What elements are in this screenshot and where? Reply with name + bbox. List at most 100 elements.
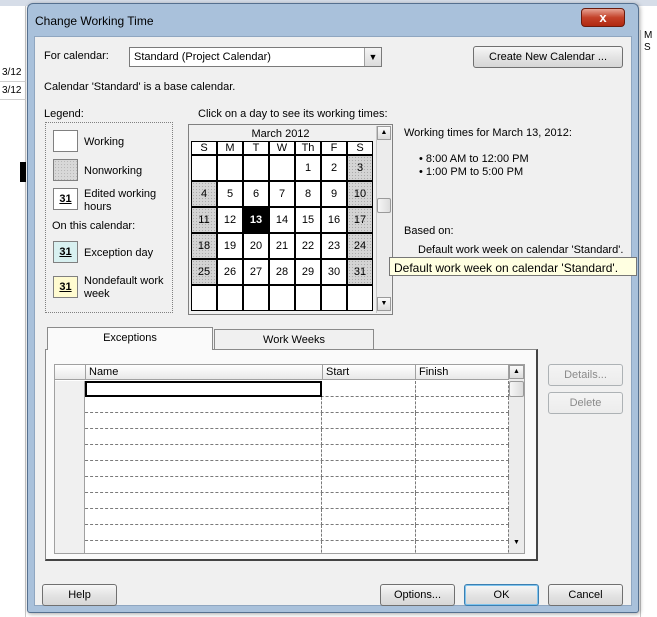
calendar-day-cell[interactable]: 27 <box>243 259 269 285</box>
calendar-day-cell[interactable]: 31 <box>347 259 373 285</box>
grid-header-start[interactable]: Start <box>323 365 416 380</box>
tab-work-weeks[interactable]: Work Weeks <box>214 329 374 350</box>
grid-scrollbar[interactable]: ▲ ▼ <box>509 365 524 553</box>
calendar-day-cell[interactable]: 6 <box>243 181 269 207</box>
for-calendar-select[interactable]: Standard (Project Calendar) ▼ <box>129 47 382 67</box>
table-cell[interactable] <box>323 477 416 493</box>
row-header[interactable] <box>55 413 85 429</box>
calendar-day-cell[interactable] <box>191 285 217 311</box>
table-cell[interactable] <box>323 493 416 509</box>
calendar-day-cell[interactable] <box>269 285 295 311</box>
scroll-thumb[interactable] <box>509 381 524 397</box>
table-row[interactable] <box>55 397 509 413</box>
calendar-day-cell[interactable]: 14 <box>269 207 295 233</box>
row-header[interactable] <box>55 445 85 461</box>
calendar-day-cell[interactable] <box>243 155 269 181</box>
calendar-scrollbar[interactable]: ▲ ▼ <box>376 126 391 313</box>
table-cell[interactable] <box>416 381 509 397</box>
table-cell[interactable] <box>85 541 322 553</box>
calendar-day-cell[interactable]: 12 <box>217 207 243 233</box>
calendar-day-cell[interactable] <box>243 285 269 311</box>
selected-cell[interactable] <box>85 381 322 397</box>
row-header[interactable] <box>55 397 85 413</box>
calendar-day-cell[interactable]: 20 <box>243 233 269 259</box>
calendar-day-cell[interactable] <box>191 155 217 181</box>
calendar-day-cell[interactable]: 30 <box>321 259 347 285</box>
table-cell[interactable] <box>85 397 322 413</box>
table-cell[interactable] <box>416 525 509 541</box>
row-header[interactable] <box>55 381 85 397</box>
table-cell[interactable] <box>323 525 416 541</box>
row-header[interactable] <box>55 477 85 493</box>
calendar-day-cell[interactable]: 18 <box>191 233 217 259</box>
calendar-day-cell[interactable]: 13 <box>243 207 269 233</box>
table-cell[interactable] <box>323 381 416 397</box>
calendar-day-cell[interactable]: 9 <box>321 181 347 207</box>
table-cell[interactable] <box>323 429 416 445</box>
calendar-day-cell[interactable]: 29 <box>295 259 321 285</box>
close-button[interactable]: x <box>581 8 625 27</box>
table-cell[interactable] <box>416 445 509 461</box>
table-cell[interactable] <box>85 525 322 541</box>
ok-button[interactable]: OK <box>464 584 539 606</box>
details-button[interactable]: Details... <box>548 364 623 386</box>
table-cell[interactable] <box>323 397 416 413</box>
table-cell[interactable] <box>323 445 416 461</box>
scroll-down-icon[interactable]: ▼ <box>377 297 391 311</box>
scroll-down-icon[interactable]: ▼ <box>509 537 524 551</box>
calendar-day-cell[interactable]: 3 <box>347 155 373 181</box>
calendar-day-cell[interactable]: 8 <box>295 181 321 207</box>
calendar-day-cell[interactable]: 24 <box>347 233 373 259</box>
table-cell[interactable] <box>85 413 322 429</box>
row-header[interactable] <box>55 509 85 525</box>
table-cell[interactable] <box>323 509 416 525</box>
table-cell[interactable] <box>416 461 509 477</box>
calendar-day-cell[interactable]: 19 <box>217 233 243 259</box>
table-cell[interactable] <box>85 429 322 445</box>
table-cell[interactable] <box>416 413 509 429</box>
row-header[interactable] <box>55 461 85 477</box>
table-cell[interactable] <box>85 445 322 461</box>
calendar-day-cell[interactable]: 21 <box>269 233 295 259</box>
table-row[interactable] <box>55 413 509 429</box>
table-cell[interactable] <box>416 429 509 445</box>
table-row[interactable] <box>55 509 509 525</box>
chevron-down-icon[interactable]: ▼ <box>364 48 381 66</box>
table-row[interactable] <box>55 525 509 541</box>
scroll-up-icon[interactable]: ▲ <box>509 365 524 379</box>
calendar-day-cell[interactable] <box>217 285 243 311</box>
table-cell[interactable] <box>323 461 416 477</box>
calendar-day-cell[interactable]: 15 <box>295 207 321 233</box>
row-header[interactable] <box>55 541 85 553</box>
table-cell[interactable] <box>323 541 416 553</box>
calendar-day-cell[interactable]: 10 <box>347 181 373 207</box>
cancel-button[interactable]: Cancel <box>548 584 623 606</box>
table-cell[interactable] <box>416 477 509 493</box>
table-row[interactable] <box>55 429 509 445</box>
calendar-day-cell[interactable]: 22 <box>295 233 321 259</box>
calendar-day-cell[interactable]: 28 <box>269 259 295 285</box>
dialog-titlebar[interactable]: Change Working Time x <box>28 4 638 35</box>
calendar-day-cell[interactable] <box>321 285 347 311</box>
calendar-day-cell[interactable]: 11 <box>191 207 217 233</box>
table-row[interactable] <box>55 445 509 461</box>
table-row[interactable] <box>55 461 509 477</box>
tab-exceptions[interactable]: Exceptions <box>47 327 213 350</box>
grid-header-finish[interactable]: Finish <box>416 365 509 380</box>
table-cell[interactable] <box>416 493 509 509</box>
table-cell[interactable] <box>85 477 322 493</box>
table-cell[interactable] <box>416 509 509 525</box>
calendar-day-cell[interactable]: 2 <box>321 155 347 181</box>
table-row[interactable] <box>55 493 509 509</box>
calendar-day-cell[interactable]: 23 <box>321 233 347 259</box>
table-cell[interactable] <box>85 493 322 509</box>
delete-button[interactable]: Delete <box>548 392 623 414</box>
row-header[interactable] <box>55 525 85 541</box>
help-button[interactable]: Help <box>42 584 117 606</box>
table-cell[interactable] <box>85 461 322 477</box>
row-header[interactable] <box>55 429 85 445</box>
create-new-calendar-button[interactable]: Create New Calendar ... <box>473 46 623 68</box>
scroll-up-icon[interactable]: ▲ <box>377 126 391 140</box>
calendar-day-cell[interactable]: 1 <box>295 155 321 181</box>
grid-header-name[interactable]: Name <box>86 365 323 380</box>
